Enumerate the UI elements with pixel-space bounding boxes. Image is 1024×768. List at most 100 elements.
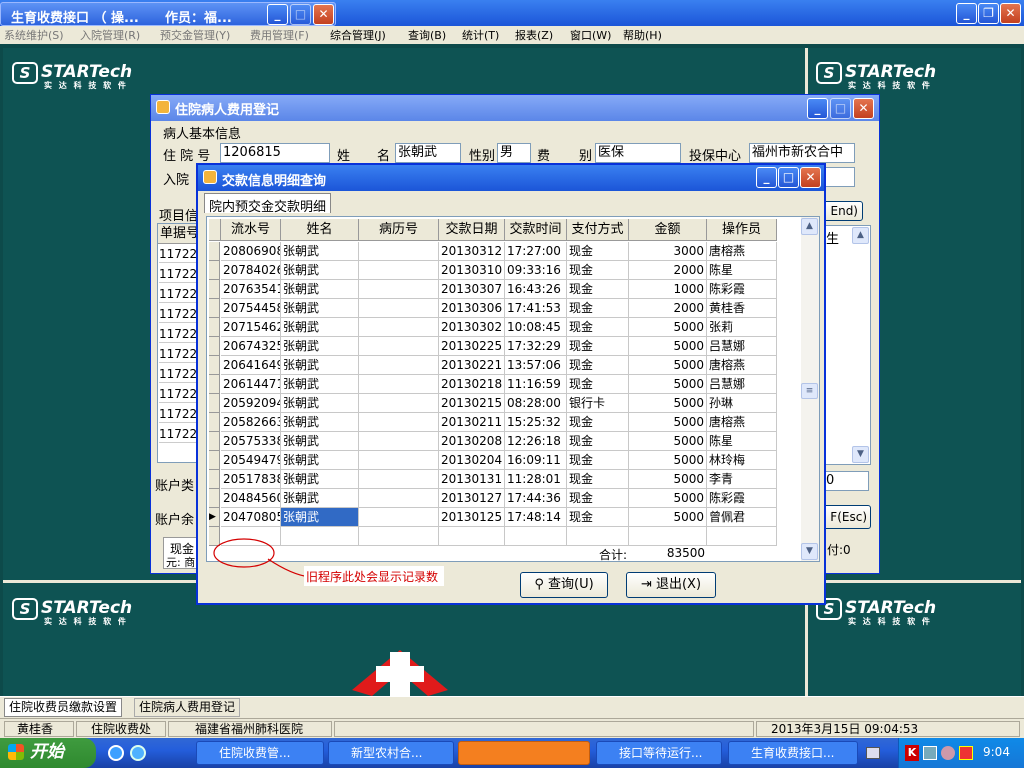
account-type-right-field[interactable]: 0 <box>823 471 869 491</box>
row-indicator[interactable] <box>209 280 220 299</box>
esc-button-partial[interactable]: F(Esc) <box>823 505 871 529</box>
query-button[interactable]: ⚲ 查询(U) <box>520 572 608 598</box>
cell-serial[interactable]: 20641649 <box>221 356 281 375</box>
cell-pay-date[interactable]: 20130127 <box>439 489 505 508</box>
menu-admission[interactable]: 入院管理(R) <box>80 27 140 43</box>
app-close-button[interactable]: ✕ <box>1000 3 1021 24</box>
col-header-pay-time[interactable]: 交款时间 <box>505 219 567 241</box>
cell-amount[interactable]: 3000 <box>629 242 707 261</box>
window-tab-fee-registration[interactable]: 住院病人费用登记 <box>134 698 241 717</box>
app-restore-button[interactable]: ❐ <box>978 3 999 24</box>
cell-serial[interactable]: 20549479 <box>221 451 281 470</box>
window-tab-cashier-setup[interactable]: 住院收费员缴款设置 <box>4 698 123 717</box>
dialog-close-button[interactable]: ✕ <box>800 167 821 188</box>
table-row[interactable]: 20549479 张朝武 20130204 16:09:11 现金 5000 林玲梅 <box>207 451 779 470</box>
col-header-pay-method[interactable]: 支付方式 <box>567 219 629 241</box>
grid-vertical-scrollbar[interactable]: ▲ ≡ ▼ <box>801 217 819 561</box>
tray-app-icon[interactable] <box>923 746 937 760</box>
cell-pay-time[interactable]: 15:25:32 <box>505 413 567 432</box>
menu-deposit[interactable]: 预交金管理(Y) <box>160 27 230 43</box>
row-indicator[interactable] <box>209 451 220 470</box>
cell-operator[interactable]: 陈星 <box>707 261 777 280</box>
cell-name[interactable]: 张朝武 <box>281 261 359 280</box>
cell-amount[interactable]: 5000 <box>629 451 707 470</box>
cell-pay-method[interactable]: 现金 <box>567 280 629 299</box>
cell-pay-method[interactable]: 银行卡 <box>567 394 629 413</box>
cell-empty[interactable] <box>505 527 567 546</box>
mini-close-button[interactable]: ✕ <box>313 4 334 25</box>
menu-query[interactable]: 查询(B) <box>408 27 446 43</box>
cell-operator[interactable]: 孙琳 <box>707 394 777 413</box>
cell-serial[interactable]: 20715462 <box>221 318 281 337</box>
cell-pay-date[interactable]: 20130208 <box>439 432 505 451</box>
cell-pay-method[interactable]: 现金 <box>567 242 629 261</box>
table-row[interactable]: 20674325 张朝武 20130225 17:32:29 现金 5000 吕慧娜 <box>207 337 779 356</box>
dialog-maximize-button[interactable]: □ <box>778 167 799 188</box>
cell-name[interactable]: 张朝武 <box>281 413 359 432</box>
taskbar-btn-rural-coop[interactable]: 新型农村合... <box>328 741 454 765</box>
cell-pay-date[interactable]: 20130218 <box>439 375 505 394</box>
table-row[interactable]: 20806908 张朝武 20130312 17:27:00 现金 3000 唐榕燕 <box>207 242 779 261</box>
col-header-pay-date[interactable]: 交款日期 <box>439 219 505 241</box>
cell-serial[interactable]: 20484560 <box>221 489 281 508</box>
tray-network-icon[interactable] <box>959 746 973 760</box>
row-indicator[interactable] <box>209 394 220 413</box>
mini-minimize-button[interactable]: _ <box>267 4 288 25</box>
cell-pay-time[interactable]: 16:43:26 <box>505 280 567 299</box>
menu-reports[interactable]: 报表(Z) <box>515 27 553 43</box>
cell-pay-method[interactable]: 现金 <box>567 299 629 318</box>
cell-amount[interactable]: 5000 <box>629 432 707 451</box>
menu-help[interactable]: 帮助(H) <box>623 27 662 43</box>
cell-pay-method[interactable]: 现金 <box>567 489 629 508</box>
cell-operator[interactable]: 吕慧娜 <box>707 337 777 356</box>
bill-row-5[interactable]: 11722 <box>159 345 199 363</box>
patient-name-field[interactable]: 张朝武 <box>395 143 461 163</box>
cell-name[interactable]: 张朝武 <box>281 508 359 527</box>
cell-name[interactable]: 张朝武 <box>281 242 359 261</box>
cell-name[interactable]: 张朝武 <box>281 356 359 375</box>
cell-operator[interactable]: 李青 <box>707 470 777 489</box>
table-row[interactable]: 20614471 张朝武 20130218 11:16:59 现金 5000 吕慧娜 <box>207 375 779 394</box>
row-indicator[interactable] <box>209 470 220 489</box>
cell-pay-method[interactable]: 现金 <box>567 318 629 337</box>
menu-fee[interactable]: 费用管理(F) <box>250 27 309 43</box>
cell-serial[interactable]: 20470805 <box>221 508 281 527</box>
cell-amount[interactable]: 2000 <box>629 299 707 318</box>
cell-pay-date[interactable]: 20130312 <box>439 242 505 261</box>
bill-row-9[interactable]: 11722 <box>159 425 199 443</box>
table-row[interactable]: 20575338 张朝武 20130208 12:26:18 现金 5000 陈星 <box>207 432 779 451</box>
cell-serial[interactable]: 20806908 <box>221 242 281 261</box>
cell-serial[interactable]: 20674325 <box>221 337 281 356</box>
end-button-partial[interactable]: End) <box>823 201 863 221</box>
insurance-center-field[interactable]: 福州市新农合中 <box>749 143 855 163</box>
cell-amount[interactable]: 2000 <box>629 261 707 280</box>
cell-operator[interactable]: 吕慧娜 <box>707 375 777 394</box>
exit-button[interactable]: ⇥ 退出(X) <box>626 572 716 598</box>
cell-serial[interactable]: 20614471 <box>221 375 281 394</box>
cell-operator[interactable]: 张莉 <box>707 318 777 337</box>
app-minimize-button[interactable]: _ <box>956 3 977 24</box>
cell-record-no[interactable] <box>359 318 439 337</box>
cell-record-no[interactable] <box>359 375 439 394</box>
table-row[interactable]: 20517838 张朝武 20130131 11:28:01 现金 5000 李青 <box>207 470 779 489</box>
bill-row-8[interactable]: 11722 <box>159 405 199 423</box>
win1-minimize-button[interactable]: _ <box>807 98 828 119</box>
cell-pay-time[interactable]: 09:33:16 <box>505 261 567 280</box>
cell-pay-date[interactable]: 20130302 <box>439 318 505 337</box>
cell-name[interactable]: 张朝武 <box>281 432 359 451</box>
col-header-operator[interactable]: 操作员 <box>707 219 777 241</box>
win1-maximize-button[interactable]: □ <box>830 98 851 119</box>
cell-name[interactable]: 张朝武 <box>281 299 359 318</box>
cell-operator[interactable]: 曾佩君 <box>707 508 777 527</box>
keyboard-icon[interactable] <box>866 747 880 759</box>
cell-record-no[interactable] <box>359 489 439 508</box>
cell-name[interactable]: 张朝武 <box>281 470 359 489</box>
cell-record-no[interactable] <box>359 261 439 280</box>
taskbar-btn-inpatient-billing[interactable]: 住院收费管... <box>196 741 324 765</box>
mini-maximize-button[interactable]: □ <box>290 4 311 25</box>
col-header-amount[interactable]: 金额 <box>629 219 707 241</box>
cell-serial[interactable]: 20784026 <box>221 261 281 280</box>
cell-name[interactable]: 张朝武 <box>281 318 359 337</box>
cell-empty[interactable] <box>359 527 439 546</box>
cell-name[interactable]: 张朝武 <box>281 337 359 356</box>
